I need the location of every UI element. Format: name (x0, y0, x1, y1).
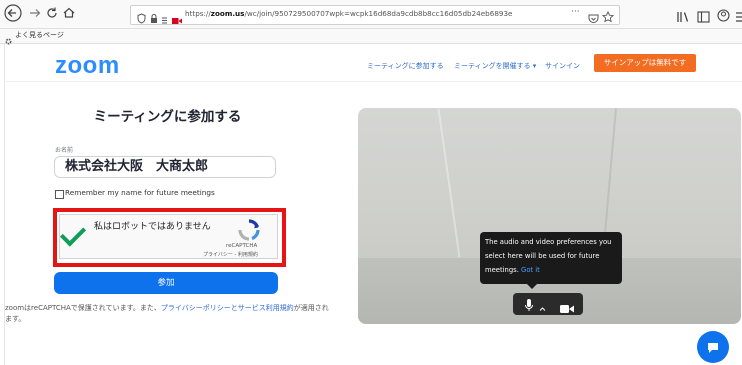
name-label: お名前 (55, 147, 74, 154)
notice-text: zoomはreCAPTCHAで保護されています。また、 (5, 304, 161, 312)
chat-bubble-icon (706, 340, 720, 359)
url-text[interactable]: https://zoom.us/wc/join/950729500707wpk=… (185, 9, 512, 18)
header-divider (5, 81, 742, 82)
wall-edge (437, 108, 461, 258)
camera-icon[interactable] (560, 299, 574, 318)
privacy-terms-link[interactable]: プライバシーポリシーとサービス利用規約 (161, 304, 294, 312)
remember-checkbox[interactable] (55, 190, 64, 199)
url-bar[interactable]: https://zoom.us/wc/join/950729500707wpk=… (130, 5, 620, 25)
page-actions-icon[interactable]: ··· (571, 7, 580, 17)
back-icon[interactable] (4, 4, 22, 22)
gear-icon (4, 31, 13, 50)
account-icon[interactable] (717, 7, 730, 26)
reload-icon[interactable] (43, 4, 61, 22)
camera-indicator-icon[interactable] (172, 10, 182, 29)
permissions-icon[interactable] (161, 10, 170, 29)
remember-label[interactable]: Remember my name for future meetings (65, 188, 215, 197)
lock-icon[interactable] (150, 9, 158, 28)
video-preview (358, 108, 741, 324)
sidebar-icon[interactable] (697, 8, 710, 27)
menu-icon[interactable] (736, 8, 742, 27)
microphone-icon[interactable] (524, 297, 534, 316)
tracking-shield-icon[interactable] (137, 9, 146, 28)
zoom-logo[interactable]: zoom (55, 52, 120, 80)
forward-icon[interactable] (26, 4, 44, 22)
preferences-tooltip: The audio and video preferences you sele… (480, 232, 622, 284)
bookmarks-toolbar (0, 29, 742, 44)
nav-join-meeting[interactable]: ミーティングに参加する (367, 61, 444, 71)
bookmark-star-icon[interactable] (601, 8, 615, 27)
page-title: ミーティングに参加する (93, 109, 242, 125)
pocket-icon[interactable] (588, 9, 599, 28)
mic-options-chevron-icon[interactable] (539, 297, 546, 316)
recaptcha-notice: zoomはreCAPTCHAで保護されています。また、プライバシーポリシーとサー… (5, 303, 335, 325)
got-it-link[interactable]: Got it (521, 266, 540, 274)
library-icon[interactable] (676, 8, 690, 27)
nav-host-meeting[interactable]: ミーティングを開催する ▾ (454, 61, 536, 71)
tooltip-arrow (527, 284, 537, 289)
home-icon[interactable] (60, 4, 78, 22)
highlight-box (53, 208, 286, 267)
chat-button[interactable] (697, 331, 729, 363)
nav-sign-in[interactable]: サインイン (545, 61, 580, 71)
signup-button[interactable]: サインアップは無料です (594, 54, 696, 72)
bookmark-label: よく見るページ (15, 31, 64, 39)
name-input[interactable]: 株式会社大阪 大商太郎 (54, 156, 276, 178)
tooltip-text: The audio and video preferences you sele… (485, 238, 612, 274)
join-button[interactable]: 参加 (54, 272, 278, 294)
